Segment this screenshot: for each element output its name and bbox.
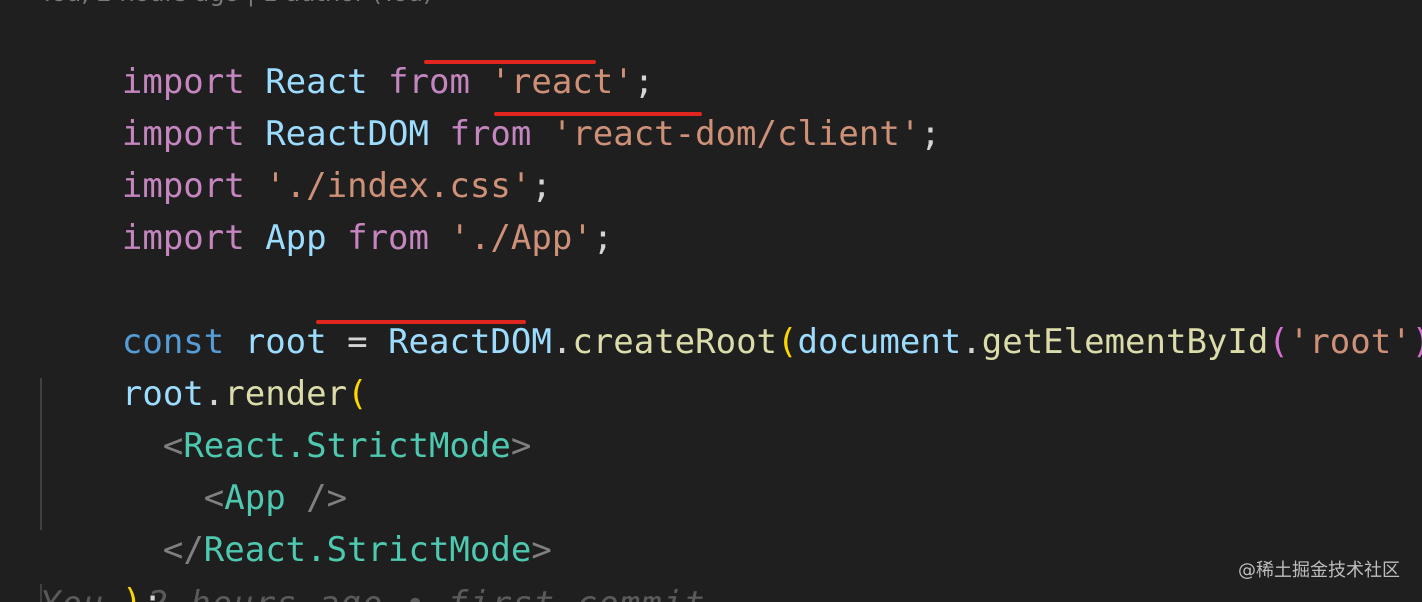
code-line-10[interactable]: </React.StrictMode> bbox=[40, 484, 552, 570]
annotation-underline-react-dom bbox=[494, 112, 702, 116]
code-line-11[interactable]: ); bbox=[40, 536, 163, 602]
code-line-3[interactable]: import './index.css'; bbox=[40, 120, 552, 206]
keyword-from: from bbox=[347, 218, 429, 258]
code-line-8[interactable]: <React.StrictMode> bbox=[40, 380, 531, 466]
bracket-open: ( bbox=[777, 322, 798, 362]
identifier-document: document bbox=[797, 322, 962, 362]
string-root: 'root' bbox=[1288, 322, 1412, 362]
semicolon: ; bbox=[920, 114, 941, 154]
dot: . bbox=[961, 322, 982, 362]
identifier-reactdom: ReactDOM bbox=[388, 322, 552, 362]
git-codelens[interactable]: You, 2 hours ago | 1 author (You) bbox=[40, 0, 432, 8]
function-getelementbyid: getElementById bbox=[981, 322, 1269, 362]
semicolon: ; bbox=[592, 218, 614, 258]
function-createroot: createRoot bbox=[572, 322, 778, 362]
bracket-close: ) bbox=[1412, 322, 1422, 362]
indent-guide bbox=[40, 378, 42, 530]
string-react-dom-client: 'react-dom/client' bbox=[551, 114, 921, 154]
code-line-2[interactable]: import ReactDOM from 'react-dom/client'; bbox=[40, 68, 941, 154]
annotation-underline-react bbox=[424, 60, 596, 64]
annotation-underline-reactdom-dot bbox=[316, 320, 526, 324]
tag-bracket: > bbox=[531, 530, 552, 570]
indent-guide bbox=[40, 584, 42, 602]
identifier-app: App bbox=[265, 218, 327, 258]
jsx-tag-strictmode: React.StrictMode bbox=[203, 530, 532, 570]
tag-bracket: </ bbox=[162, 530, 204, 570]
bracket-open: ( bbox=[1268, 322, 1289, 362]
code-editor[interactable]: You, 2 hours ago | 1 author (You) import… bbox=[0, 0, 1422, 602]
tag-bracket: > bbox=[510, 426, 532, 466]
keyword-import: import bbox=[121, 218, 245, 258]
string-app: './App' bbox=[449, 218, 593, 258]
watermark: @稀土掘金技术社区 bbox=[1238, 560, 1400, 581]
dot: . bbox=[551, 322, 573, 362]
code-line-9[interactable]: <App /> bbox=[40, 432, 347, 518]
code-line-7[interactable]: root.render( bbox=[40, 328, 368, 414]
code-line-1[interactable]: import React from 'react'; bbox=[40, 16, 654, 102]
code-line-6[interactable]: const root = ReactDOM.createRoot(documen… bbox=[40, 276, 1422, 362]
inline-git-blame: You, 2 hours ago • first commit bbox=[40, 582, 706, 602]
code-line-4[interactable]: import App from './App'; bbox=[40, 172, 613, 258]
